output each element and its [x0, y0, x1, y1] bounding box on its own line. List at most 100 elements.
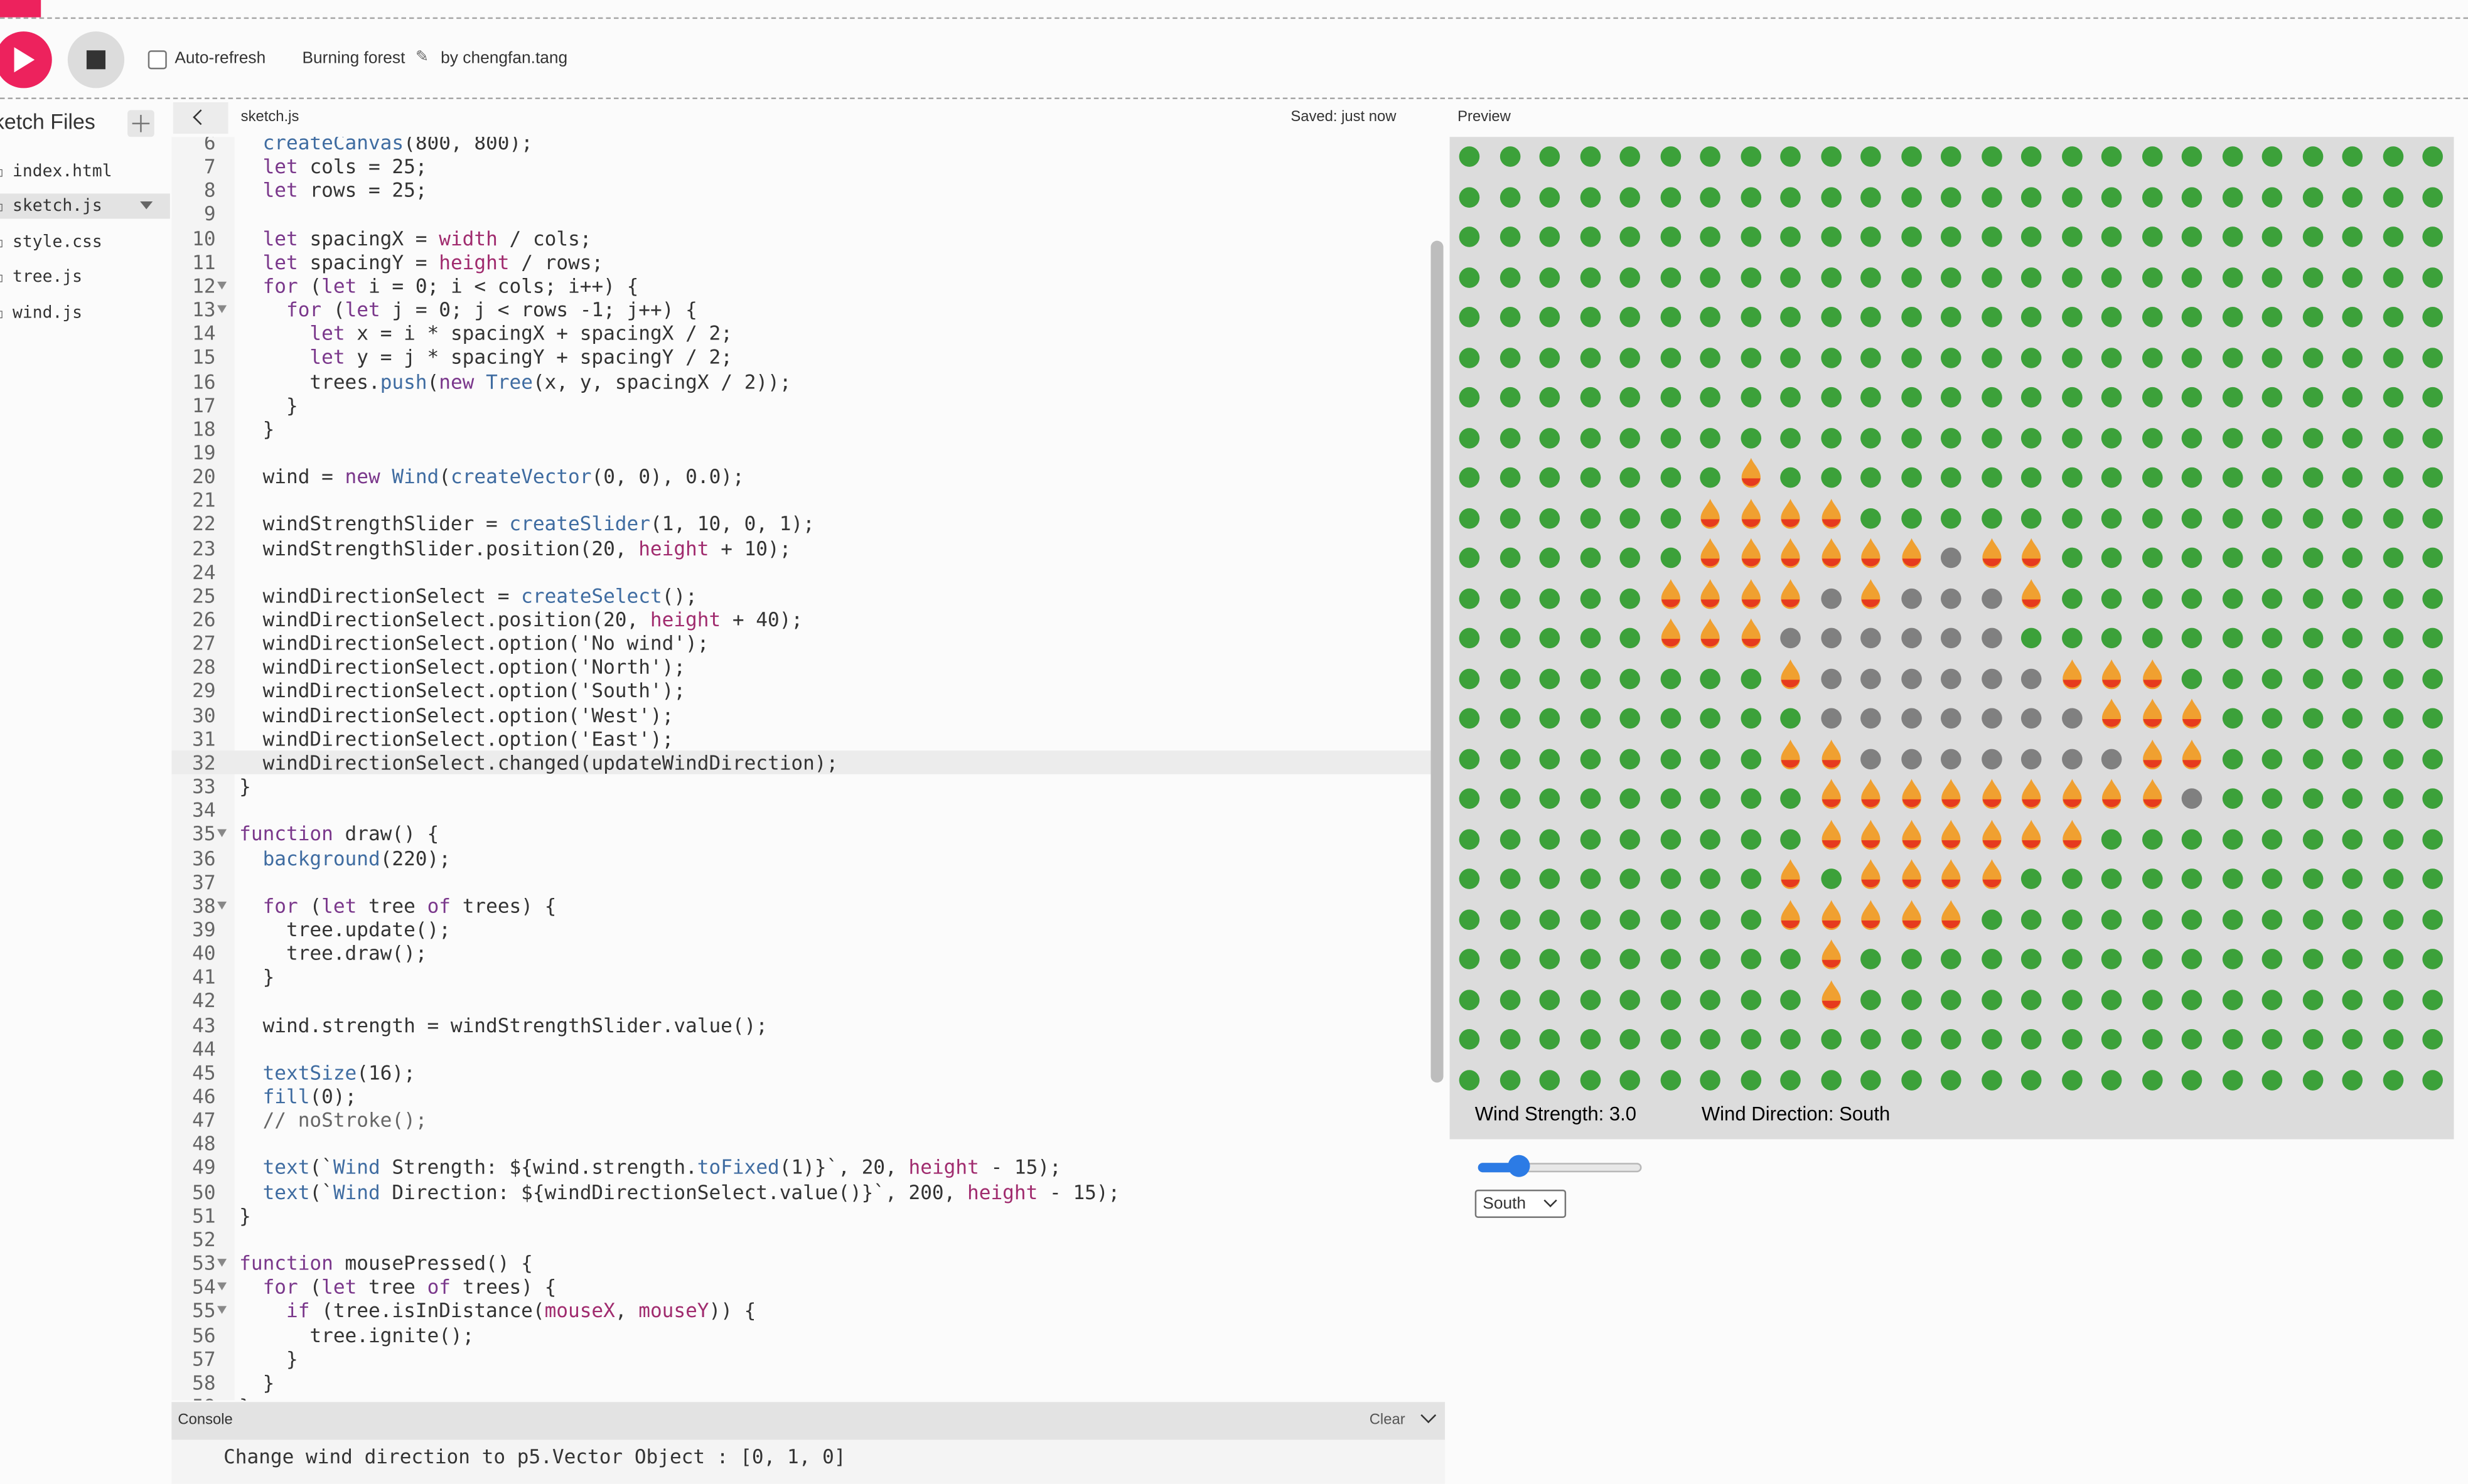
healthy-tree[interactable] [2423, 628, 2444, 649]
healthy-tree[interactable] [2142, 949, 2163, 970]
healthy-tree[interactable] [2142, 307, 2163, 328]
healthy-tree[interactable] [1780, 427, 1801, 449]
code-line[interactable]: 25 windDirectionSelect = createSelect(); [171, 584, 1430, 607]
burning-tree[interactable] [1700, 498, 1721, 529]
healthy-tree[interactable] [1941, 989, 1962, 1010]
healthy-tree[interactable] [1580, 868, 1601, 890]
code-line[interactable]: 43 wind.strength = windStrengthSlider.va… [171, 1013, 1430, 1037]
healthy-tree[interactable] [2222, 1029, 2243, 1050]
file-item[interactable]: ▯tree.js [0, 264, 170, 289]
healthy-tree[interactable] [1700, 668, 1721, 689]
healthy-tree[interactable] [2061, 588, 2083, 609]
healthy-tree[interactable] [2222, 467, 2243, 489]
healthy-tree[interactable] [2262, 588, 2283, 609]
healthy-tree[interactable] [1620, 1069, 1641, 1091]
healthy-tree[interactable] [2302, 868, 2323, 890]
healthy-tree[interactable] [2142, 548, 2163, 569]
healthy-tree[interactable] [2302, 227, 2323, 248]
healthy-tree[interactable] [2222, 307, 2243, 328]
healthy-tree[interactable] [1500, 989, 1520, 1010]
code-line[interactable]: 10 let spacingX = width / cols; [171, 226, 1430, 250]
healthy-tree[interactable] [2182, 427, 2203, 449]
burning-tree[interactable] [1901, 538, 1922, 569]
healthy-tree[interactable] [1620, 508, 1641, 529]
healthy-tree[interactable] [2222, 789, 2243, 809]
healthy-tree[interactable] [2101, 949, 2123, 970]
healthy-tree[interactable] [1700, 186, 1721, 208]
burning-tree[interactable] [1700, 538, 1721, 569]
healthy-tree[interactable] [2142, 267, 2163, 288]
healthy-tree[interactable] [2262, 708, 2283, 729]
healthy-tree[interactable] [1620, 989, 1641, 1010]
healthy-tree[interactable] [2342, 588, 2363, 609]
healthy-tree[interactable] [2383, 1029, 2403, 1050]
healthy-tree[interactable] [1660, 1029, 1681, 1050]
healthy-tree[interactable] [1540, 789, 1560, 809]
healthy-tree[interactable] [1580, 347, 1601, 368]
healthy-tree[interactable] [2182, 588, 2203, 609]
healthy-tree[interactable] [1820, 227, 1842, 248]
healthy-tree[interactable] [2383, 1069, 2403, 1091]
healthy-tree[interactable] [1700, 829, 1721, 850]
burning-tree[interactable] [1861, 538, 1882, 569]
healthy-tree[interactable] [2383, 227, 2403, 248]
healthy-tree[interactable] [2423, 1069, 2444, 1091]
healthy-tree[interactable] [2222, 347, 2243, 368]
healthy-tree[interactable] [2222, 387, 2243, 408]
healthy-tree[interactable] [2342, 227, 2363, 248]
healthy-tree[interactable] [2182, 307, 2203, 328]
burning-tree[interactable] [1901, 779, 1922, 809]
healthy-tree[interactable] [2302, 628, 2323, 649]
healthy-tree[interactable] [1620, 588, 1641, 609]
file-item[interactable]: ▯wind.js [0, 301, 170, 326]
healthy-tree[interactable] [2342, 668, 2363, 689]
file-item[interactable]: ▯index.html [0, 159, 170, 184]
healthy-tree[interactable] [2222, 749, 2243, 769]
healthy-tree[interactable] [2061, 1029, 2083, 1050]
healthy-tree[interactable] [2101, 868, 2123, 890]
healthy-tree[interactable] [2021, 949, 2042, 970]
healthy-tree[interactable] [2182, 989, 2203, 1010]
healthy-tree[interactable] [2021, 186, 2042, 208]
healthy-tree[interactable] [2342, 949, 2363, 970]
healthy-tree[interactable] [1500, 708, 1520, 729]
healthy-tree[interactable] [1620, 909, 1641, 930]
healthy-tree[interactable] [2222, 508, 2243, 529]
healthy-tree[interactable] [2423, 588, 2444, 609]
burnt-tree[interactable] [1901, 588, 1922, 609]
healthy-tree[interactable] [2101, 427, 2123, 449]
code-line[interactable]: 13 for (let j = 0; j < rows -1; j++) { [171, 297, 1430, 321]
healthy-tree[interactable] [2342, 467, 2363, 489]
healthy-tree[interactable] [1459, 749, 1480, 769]
healthy-tree[interactable] [1500, 307, 1520, 328]
healthy-tree[interactable] [1941, 1029, 1962, 1050]
healthy-tree[interactable] [2061, 949, 2083, 970]
healthy-tree[interactable] [1941, 427, 1962, 449]
healthy-tree[interactable] [2182, 267, 2203, 288]
healthy-tree[interactable] [2021, 347, 2042, 368]
healthy-tree[interactable] [1820, 186, 1842, 208]
burning-tree[interactable] [1741, 498, 1761, 529]
burning-tree[interactable] [1821, 538, 1842, 569]
healthy-tree[interactable] [1901, 387, 1922, 408]
healthy-tree[interactable] [1540, 146, 1560, 168]
healthy-tree[interactable] [2342, 829, 2363, 850]
healthy-tree[interactable] [2262, 1029, 2283, 1050]
healthy-tree[interactable] [1500, 789, 1520, 809]
burning-tree[interactable] [1941, 899, 1962, 930]
healthy-tree[interactable] [1700, 387, 1721, 408]
healthy-tree[interactable] [1981, 1069, 2002, 1091]
healthy-tree[interactable] [2423, 427, 2444, 449]
burning-tree[interactable] [1901, 899, 1922, 930]
healthy-tree[interactable] [1540, 749, 1560, 769]
burnt-tree[interactable] [1820, 708, 1842, 729]
healthy-tree[interactable] [1820, 467, 1842, 489]
healthy-tree[interactable] [2021, 989, 2042, 1010]
healthy-tree[interactable] [2021, 1069, 2042, 1091]
healthy-tree[interactable] [1500, 508, 1520, 529]
healthy-tree[interactable] [2423, 708, 2444, 729]
healthy-tree[interactable] [2342, 267, 2363, 288]
author-label[interactable]: by chengfan.tang [441, 49, 567, 68]
healthy-tree[interactable] [1580, 628, 1601, 649]
healthy-tree[interactable] [1660, 548, 1681, 569]
